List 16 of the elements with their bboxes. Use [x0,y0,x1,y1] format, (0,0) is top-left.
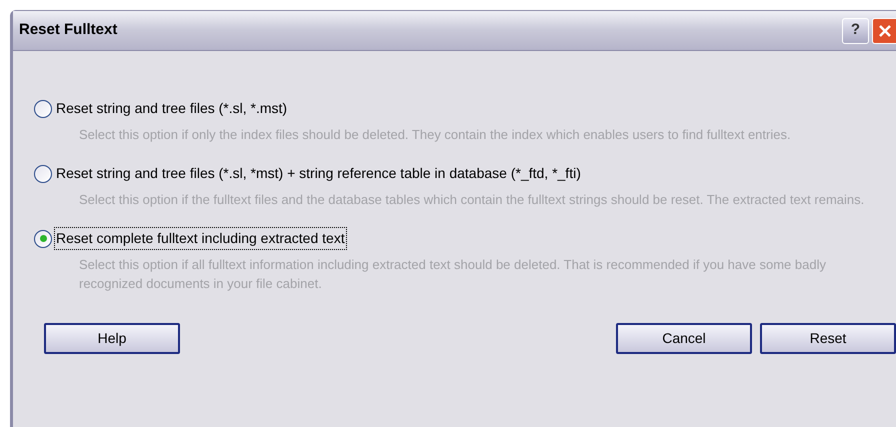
radio-button[interactable] [34,164,52,182]
cancel-button[interactable]: Cancel [616,323,752,354]
radio-button[interactable] [34,100,52,118]
help-button[interactable]: Help [44,323,180,354]
close-icon [878,24,892,38]
option-description: Select this option if all fulltext information including extracted text should be deleted. That is recommended if you have some badly recognized documents in your file cabinet. [79,256,827,293]
help-title-button[interactable]: ? [842,18,869,44]
radio-button[interactable] [34,230,52,248]
close-button[interactable] [872,18,896,44]
option-label[interactable]: Reset complete fulltext including extracted text [54,227,347,250]
option-description: Select this option if only the index files should be deleted. They contain the index which enables users to find fulltext entries. [79,126,792,144]
option-label[interactable]: Reset string and tree files (*.sl, *mst) + string reference table in database (*_ftd, *_fti) [54,162,583,185]
window-title: Reset Fulltext [19,20,118,40]
option-description: Select this option if the fulltext files and the database tables which contain the fulltext strings should be reset. The extracted text remains. [79,191,866,209]
option-label[interactable]: Reset string and tree files (*.sl, *.mst) [54,97,290,120]
reset-button[interactable]: Reset [760,323,896,354]
